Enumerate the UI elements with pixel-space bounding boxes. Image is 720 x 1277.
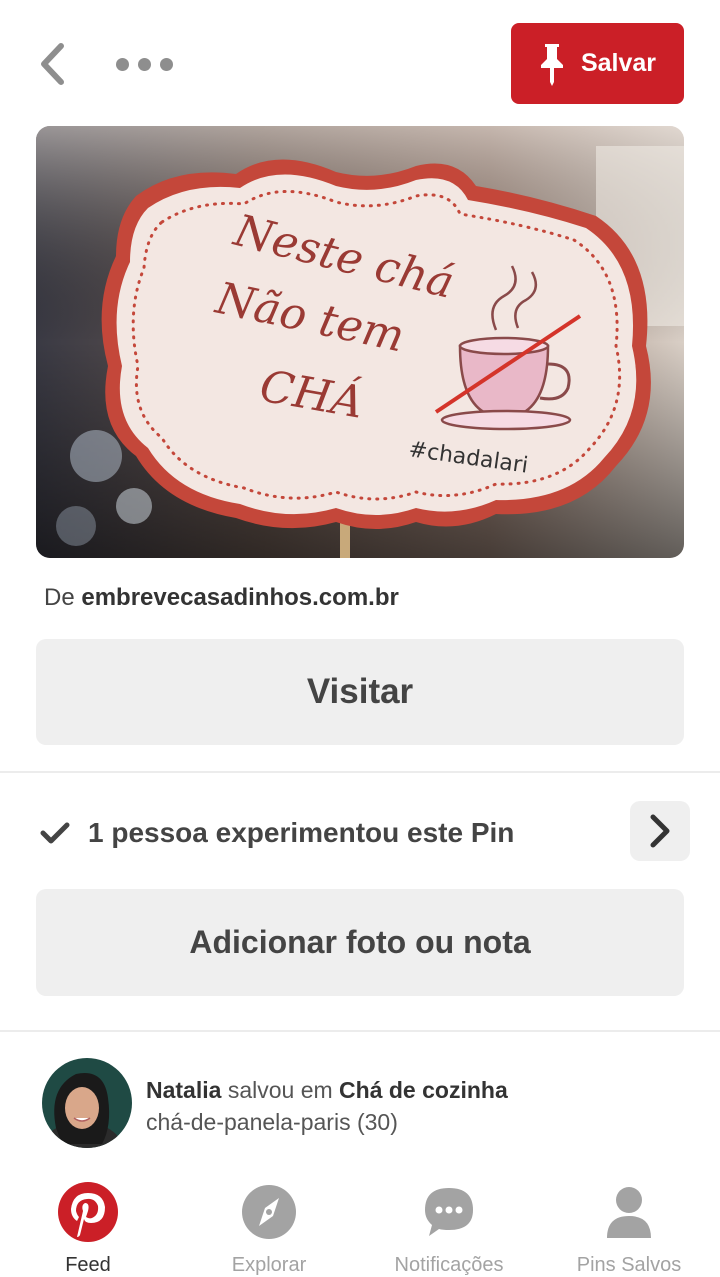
divider <box>0 1030 720 1032</box>
board-name[interactable]: Chá de cozinha <box>339 1077 508 1103</box>
chevron-left-icon <box>41 43 64 85</box>
pinterest-logo-icon <box>56 1180 120 1244</box>
tab-saved-pins[interactable]: Pins Salvos <box>544 1180 714 1277</box>
visit-button-label: Visitar <box>306 672 414 711</box>
pushpin-icon <box>540 43 563 86</box>
visit-button[interactable]: Visitar <box>36 639 684 745</box>
tab-notifications-label: Notificações <box>394 1254 504 1276</box>
save-button-label: Salvar <box>580 49 657 77</box>
add-photo-or-note-button[interactable]: Adicionar foto ou nota <box>36 889 684 996</box>
profile-icon <box>597 1180 661 1244</box>
saver-action: salvou em <box>227 1077 333 1103</box>
add-photo-label: Adicionar foto ou nota <box>189 924 531 960</box>
bottom-tab-bar: Feed Explorar Notificações Pins Salvos <box>0 1168 720 1277</box>
tab-feed[interactable]: Feed <box>3 1180 173 1277</box>
tab-explore[interactable]: Explorar <box>184 1180 354 1277</box>
tried-count-text: 1 pessoa experimentou este Pin <box>88 817 515 848</box>
tried-details-button[interactable] <box>630 801 690 861</box>
chevron-right-icon <box>650 814 670 848</box>
source-prefix: De <box>44 584 75 611</box>
more-dots-icon <box>115 57 129 71</box>
tab-notifications[interactable]: Notificações <box>364 1180 534 1277</box>
saver-name[interactable]: Natalia <box>146 1077 221 1103</box>
saver-line: Natalia salvou em Chá de cozinha <box>146 1074 508 1106</box>
tab-saved-pins-label: Pins Salvos <box>576 1254 682 1276</box>
board-subtitle: chá-de-panela-paris (30) <box>146 1109 398 1135</box>
avatar[interactable] <box>42 1058 132 1148</box>
saver-attribution: Natalia salvou em Chá de cozinha chá-de-… <box>42 1058 508 1148</box>
tab-explore-label: Explorar <box>231 1254 307 1276</box>
chat-bubble-icon <box>417 1180 481 1244</box>
tab-feed-label: Feed <box>65 1254 111 1276</box>
pin-source[interactable]: De embrevecasadinhos.com.br <box>44 584 399 612</box>
more-options-button[interactable] <box>112 48 176 80</box>
compass-icon <box>237 1180 301 1244</box>
divider <box>0 771 720 773</box>
checkmark-icon <box>40 822 70 844</box>
tried-count-row: 1 pessoa experimentou este Pin <box>40 805 514 861</box>
back-button[interactable] <box>30 40 74 88</box>
source-domain[interactable]: embrevecasadinhos.com.br <box>81 584 398 611</box>
pin-image[interactable]: Neste chá Não tem CHÁ #chadalari <box>36 126 684 558</box>
save-button[interactable]: Salvar <box>511 23 684 104</box>
